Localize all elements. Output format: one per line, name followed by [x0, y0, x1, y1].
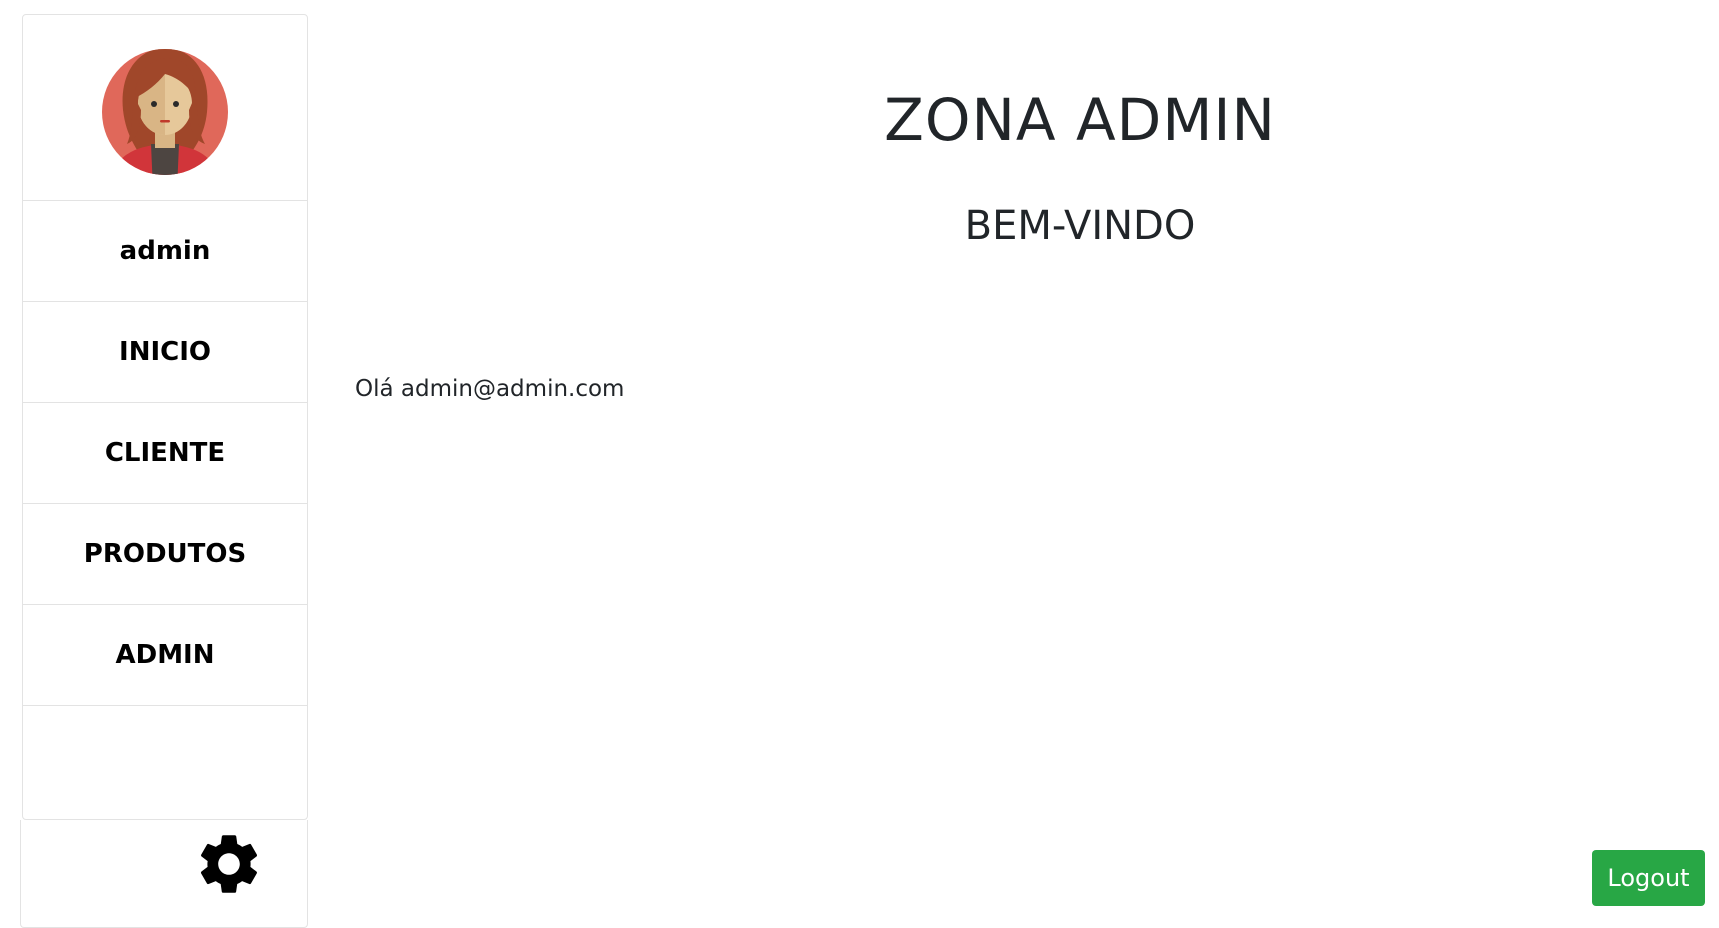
gear-icon[interactable]	[193, 828, 265, 900]
sidebar: admin INICIO CLIENTE PRODUTOS ADMIN	[22, 14, 308, 820]
settings-panel	[20, 820, 308, 928]
sidebar-item-cliente[interactable]: CLIENTE	[23, 403, 307, 504]
avatar-container	[23, 15, 307, 201]
greeting-text: Olá admin@admin.com	[355, 376, 625, 402]
page-subtitle: BEM-VINDO	[964, 203, 1196, 249]
sidebar-username: admin	[23, 201, 307, 302]
page-title: ZONA ADMIN	[884, 86, 1276, 154]
woman-avatar-icon	[102, 48, 228, 175]
sidebar-item-admin[interactable]: ADMIN	[23, 605, 307, 706]
sidebar-item-inicio[interactable]: INICIO	[23, 302, 307, 403]
sidebar-item-produtos[interactable]: PRODUTOS	[23, 504, 307, 605]
logout-button[interactable]: Logout	[1592, 850, 1705, 906]
